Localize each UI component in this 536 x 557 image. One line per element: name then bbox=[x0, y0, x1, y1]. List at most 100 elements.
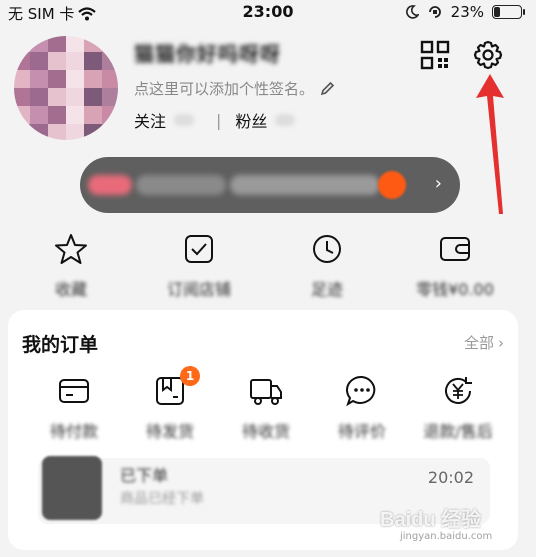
avatar-pixel bbox=[14, 106, 30, 124]
username[interactable]: 猫猫你好吗呀呀 bbox=[134, 38, 281, 67]
avatar-pixel bbox=[48, 52, 66, 70]
following-label[interactable]: 关注 bbox=[134, 108, 166, 132]
checkbox-icon bbox=[185, 235, 213, 263]
followers-label[interactable]: 粉丝 bbox=[235, 108, 267, 132]
recent-order-subtitle: 商品已经下单 bbox=[120, 491, 204, 507]
avatar-pixel bbox=[102, 106, 118, 124]
avatar-pixel bbox=[48, 124, 66, 140]
chevron-right-icon: › bbox=[434, 173, 442, 194]
member-badge bbox=[378, 171, 406, 199]
signature-row[interactable]: 点这里可以添加个性签名。 bbox=[134, 78, 335, 99]
battery-icon bbox=[492, 5, 525, 19]
avatar-pixel bbox=[84, 70, 102, 88]
order-refund-aftersales[interactable]: 退款/售后 bbox=[408, 374, 508, 442]
order-item-label: 待评价 bbox=[337, 422, 386, 441]
battery-level bbox=[494, 7, 500, 17]
avatar[interactable] bbox=[14, 36, 118, 140]
refund-icon bbox=[445, 377, 472, 404]
card-icon bbox=[59, 379, 89, 403]
quick-action-label: 零钱¥0.00 bbox=[416, 280, 494, 299]
view-all-label: 全部 bbox=[463, 334, 494, 352]
avatar-pixel bbox=[14, 88, 30, 106]
status-bar: 无 SIM 卡 23:00 23% bbox=[0, 0, 536, 26]
quick-action-label: 收藏 bbox=[54, 280, 87, 299]
avatar-pixel bbox=[84, 124, 102, 140]
chevron-right-icon: › bbox=[498, 333, 504, 352]
avatar-pixel bbox=[14, 124, 30, 140]
signature-hint: 点这里可以添加个性签名。 bbox=[134, 80, 315, 98]
avatar-pixel bbox=[66, 52, 84, 70]
membership-banner[interactable]: › bbox=[80, 157, 460, 213]
orientation-lock-icon bbox=[428, 6, 441, 18]
order-item-label: 退款/售后 bbox=[423, 422, 493, 441]
avatar-pixel bbox=[66, 88, 84, 106]
recent-order-time: 20:02 bbox=[427, 468, 474, 487]
orders-view-all[interactable]: 全部 › bbox=[464, 332, 504, 353]
wallet-icon bbox=[440, 237, 470, 261]
avatar-pixel bbox=[66, 70, 84, 88]
recent-order-thumbnail bbox=[42, 456, 102, 520]
qr-code-icon bbox=[420, 40, 450, 70]
avatar-pixel bbox=[30, 52, 48, 70]
qr-code-button[interactable] bbox=[418, 38, 452, 72]
quick-action-label: 足迹 bbox=[310, 280, 343, 299]
avatar-pixel bbox=[14, 70, 30, 88]
status-right: 23% bbox=[405, 3, 525, 21]
avatar-pixel bbox=[84, 106, 102, 124]
order-pending-payment[interactable]: 待付款 bbox=[24, 374, 124, 442]
avatar-pixel bbox=[84, 52, 102, 70]
gear-icon bbox=[473, 40, 503, 70]
order-pending-review[interactable]: 待评价 bbox=[312, 374, 412, 442]
avatar-pixel bbox=[102, 70, 118, 88]
avatar-pixel bbox=[102, 36, 118, 52]
member-text-blur bbox=[136, 175, 226, 195]
battery-percent: 23% bbox=[450, 3, 484, 21]
avatar-pixel bbox=[102, 52, 118, 70]
quick-action-favorites[interactable]: 收藏 bbox=[16, 232, 126, 300]
orders-title: 我的订单 bbox=[22, 334, 99, 356]
followers-count bbox=[275, 114, 296, 126]
annotation-arrow bbox=[476, 74, 504, 214]
member-text-blur-2 bbox=[230, 175, 380, 195]
quick-action-subscribed-stores[interactable]: 订阅店铺 bbox=[144, 232, 254, 300]
order-pending-shipment[interactable]: 1 待发货 bbox=[120, 366, 220, 442]
watermark-brand: Baidu 经验 bbox=[380, 509, 482, 531]
quick-action-label: 订阅店铺 bbox=[166, 280, 231, 299]
truck-icon bbox=[250, 379, 282, 405]
avatar-pixel bbox=[66, 106, 84, 124]
avatar-pixel bbox=[48, 36, 66, 52]
avatar-pixel bbox=[30, 124, 48, 140]
avatar-pixel bbox=[66, 36, 84, 52]
chat-icon bbox=[346, 375, 376, 407]
member-icon bbox=[88, 175, 132, 195]
avatar-pixel bbox=[30, 36, 48, 52]
avatar-pixel bbox=[84, 88, 102, 106]
watermark-url: jingyan.baidu.com bbox=[400, 531, 493, 542]
avatar-pixel bbox=[102, 124, 118, 140]
avatar-pixel bbox=[30, 88, 48, 106]
recent-order-title: 已下单 bbox=[120, 466, 169, 485]
settings-button[interactable] bbox=[471, 38, 505, 72]
follow-separator: | bbox=[216, 110, 222, 130]
order-item-label: 待收货 bbox=[241, 422, 290, 441]
clock-icon bbox=[313, 235, 341, 263]
avatar-pixel bbox=[102, 88, 118, 106]
avatar-pixel bbox=[30, 70, 48, 88]
order-item-label: 待付款 bbox=[49, 422, 98, 441]
pencil-icon bbox=[320, 81, 335, 96]
order-badge: 1 bbox=[180, 366, 200, 386]
avatar-pixel bbox=[30, 106, 48, 124]
quick-action-history[interactable]: 足迹 bbox=[272, 232, 382, 300]
follow-stats: 关注 | 粉丝 bbox=[134, 108, 303, 132]
order-item-label: 待发货 bbox=[145, 422, 194, 441]
avatar-pixel bbox=[84, 36, 102, 52]
quick-action-wallet[interactable]: 零钱¥0.00 bbox=[400, 232, 510, 300]
moon-icon bbox=[405, 5, 419, 19]
avatar-pixel bbox=[48, 106, 66, 124]
following-count bbox=[174, 114, 195, 126]
avatar-pixel bbox=[14, 36, 30, 52]
star-icon bbox=[55, 234, 87, 264]
avatar-pixel bbox=[48, 70, 66, 88]
avatar-pixel bbox=[48, 88, 66, 106]
order-pending-receipt[interactable]: 待收货 bbox=[216, 374, 316, 442]
